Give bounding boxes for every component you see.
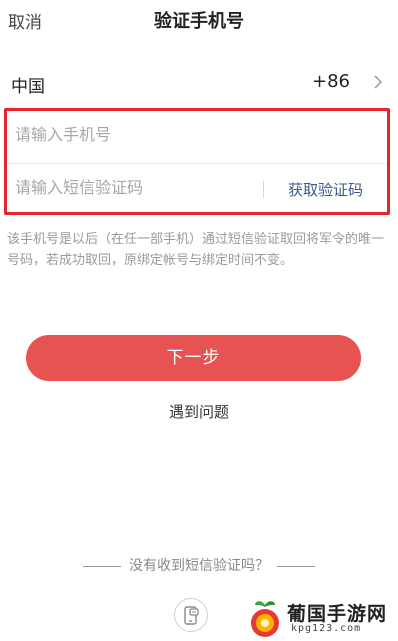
divider	[263, 181, 264, 198]
page-title: 验证手机号	[154, 11, 244, 32]
no-sms-label: 没有收到短信验证吗？	[129, 558, 269, 574]
phone-chat-icon	[184, 606, 199, 625]
divider-line-right	[277, 565, 315, 567]
get-code-button[interactable]: 获取验证码	[288, 179, 363, 200]
sms-code-input[interactable]	[15, 178, 245, 197]
watermark-title: 葡国手游网	[287, 603, 388, 625]
country-code: +86	[312, 71, 350, 92]
grape-logo-icon	[251, 601, 279, 637]
watermark-subtitle: kpg123.com	[291, 623, 362, 634]
country-name: 中国	[11, 77, 45, 97]
watermark: 葡国手游网 kpg123.com	[247, 597, 398, 641]
divider-line-left	[83, 565, 121, 567]
chevron-right-icon	[374, 74, 383, 93]
next-step-button[interactable]: 下一步	[26, 335, 361, 381]
code-row: 获取验证码	[7, 165, 387, 212]
verification-form: 获取验证码	[4, 108, 390, 215]
notice-text: 该手机号是以后（在任一部手机）通过短信验证取回将军令的唯一号码，若成功取回，原绑…	[7, 232, 385, 268]
phone-input[interactable]	[15, 125, 255, 144]
header-bar: 取消 验证手机号	[0, 0, 398, 40]
phone-row	[7, 111, 387, 164]
country-selector[interactable]: 中国 +86	[0, 55, 398, 105]
no-sms-hint: 没有收到短信验证吗？	[0, 555, 398, 575]
cancel-button[interactable]: 取消	[8, 8, 42, 33]
sms-help-button[interactable]	[174, 598, 208, 632]
verify-phone-page: 取消 验证手机号 中国 +86 获取验证码 该手机号是以后（在任一部手机）通过短…	[0, 0, 398, 641]
problem-link[interactable]: 遇到问题	[0, 401, 398, 422]
